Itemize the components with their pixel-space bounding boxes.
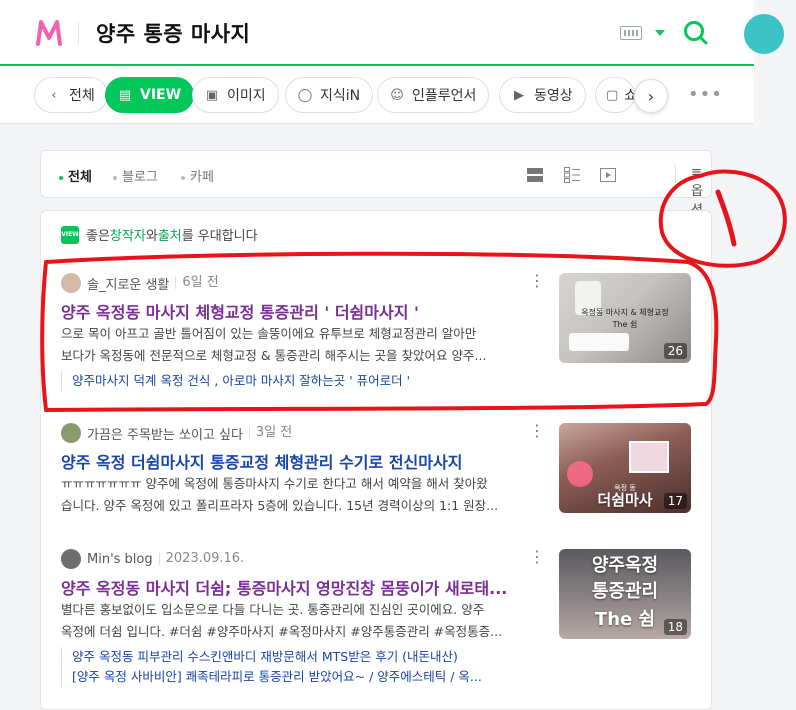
naver-logo-icon[interactable]: [34, 18, 64, 48]
result-thumbnail[interactable]: 옥정동 마사지 & 체형교정 The 쉼 26: [559, 273, 691, 363]
list-item: Min's blog 2023.09.16. ⋮ 양주 옥정동 마사지 더쉼; …: [61, 549, 691, 699]
author-name[interactable]: 솔_지로운 생활: [87, 274, 169, 293]
tab-images[interactable]: ▣ 이미지: [192, 77, 279, 113]
thumbnail-caption: 옥정동 마사지 & 체형교정: [581, 308, 669, 317]
kebab-menu-icon[interactable]: ⋮: [529, 549, 545, 565]
view-badge-icon: VIEW: [61, 225, 79, 244]
result-meta: 가끔은 주목받는 쏘이고 싶다 3일 전: [61, 423, 292, 443]
tab-shopping[interactable]: ▢ 쇼: [595, 77, 635, 113]
logo-divider: [78, 22, 79, 44]
result-title[interactable]: 양주 옥정 더쉼마사지 통증교정 체형관리 수기로 전신마사지: [61, 449, 537, 473]
author-name[interactable]: 가끔은 주목받는 쏘이고 싶다: [87, 424, 243, 443]
tab-influencer[interactable]: ☺ 인플루언서: [377, 77, 490, 113]
thumbnail-caption: The 쉼: [612, 320, 638, 329]
result-description[interactable]: ㅠㅠㅠㅠㅠㅠㅠ 양주에 옥정에 통증마사지 수기로 한다고 해서 예약을 해서 …: [61, 473, 537, 517]
post-date: 3일 전: [248, 426, 292, 439]
result-meta: Min's blog 2023.09.16.: [61, 549, 244, 569]
search-icon[interactable]: [683, 20, 709, 46]
post-date: 6일 전: [175, 276, 219, 289]
keyboard-icon[interactable]: [620, 26, 642, 40]
thumbnail-bed: [569, 333, 629, 351]
filter-blog[interactable]: 블로그: [113, 166, 158, 185]
tab-video[interactable]: ▶ 동영상: [499, 77, 586, 113]
avatar[interactable]: [61, 549, 81, 569]
image-count: 26: [663, 343, 687, 359]
view-notice: VIEW 좋은 창작자 와 출처 를 우대합니다: [61, 225, 258, 244]
result-title[interactable]: 양주 옥정동 마사지 더쉼; 통증마사지 영망진창 몸뚱이가 새로태...: [61, 575, 537, 599]
tab-label: 전체: [69, 88, 95, 104]
profile-avatar[interactable]: [744, 14, 784, 54]
chevron-left-icon: ‹: [51, 87, 57, 103]
video-view-icon[interactable]: [599, 166, 617, 184]
related-post-link[interactable]: 양주마사지 덕계 옥정 건식 , 아로마 마사지 잘하는곳 ' 퓨어로더 ': [61, 371, 537, 391]
related-post-link[interactable]: 양주 옥정동 피부관리 수스킨앤바디 재방문해서 MTS받은 후기 (내돈내산)…: [61, 647, 537, 687]
kebab-menu-icon[interactable]: ⋮: [529, 423, 545, 439]
tab-label: VIEW: [140, 87, 182, 103]
thumbnail-caption: 양주옥정: [591, 555, 659, 576]
author-name[interactable]: Min's blog: [87, 552, 153, 567]
tab-label: 인플루언서: [412, 88, 477, 104]
list-item: 가끔은 주목받는 쏘이고 싶다 3일 전 ⋮ 양주 옥정 더쉼마사지 통증교정 …: [61, 423, 691, 523]
avatar[interactable]: [61, 423, 81, 443]
kebab-menu-icon[interactable]: ⋮: [529, 273, 545, 289]
filter-cafe[interactable]: 카페: [181, 166, 214, 185]
result-thumbnail[interactable]: 옥정 동 더쉼마사 17: [559, 423, 691, 513]
document-icon: ▤: [118, 87, 132, 103]
list-view-icon[interactable]: [526, 166, 544, 184]
post-date: 2023.09.16.: [158, 552, 244, 565]
sliders-icon: ≡: [691, 165, 702, 180]
thumbnail-frame: [629, 441, 669, 473]
result-meta: 솔_지로운 생활 6일 전: [61, 273, 219, 293]
annotation-number-one: [715, 189, 737, 247]
person-icon: ☺: [390, 87, 404, 103]
image-count: 18: [663, 619, 687, 635]
divider: [675, 165, 676, 183]
tab-label: 이미지: [227, 88, 266, 104]
avatar[interactable]: [61, 273, 81, 293]
chevron-right-icon[interactable]: ›: [634, 79, 668, 113]
dropdown-arrow-icon[interactable]: [655, 30, 665, 36]
image-icon: ▣: [205, 87, 219, 103]
result-thumbnail[interactable]: 양주옥정 통증관리 The 쉼 18: [559, 549, 691, 639]
more-icon[interactable]: •••: [688, 84, 723, 105]
play-icon: ▶: [514, 87, 524, 103]
image-count: 17: [663, 493, 687, 509]
thumbnail-view-icon[interactable]: [563, 166, 581, 184]
tab-view[interactable]: ▤ VIEW: [105, 77, 195, 113]
tab-all[interactable]: ‹ 전체: [34, 77, 108, 113]
q-icon: ◯: [297, 87, 313, 103]
result-description[interactable]: 으로 목이 아프고 골반 틀어짐이 있는 솔뚱이에요 유투브로 체형교정관리 알…: [61, 323, 537, 367]
filter-all[interactable]: 전체: [59, 166, 92, 185]
view-results: VIEW 좋은 창작자 와 출처 를 우대합니다 솔_지로운 생활 6일 전 ⋮ 양…: [40, 210, 712, 710]
search-query[interactable]: 양주 통증 마사지: [96, 18, 250, 48]
thumbnail-caption: 통증관리: [591, 581, 659, 602]
search-header: 양주 통증 마사지: [0, 0, 784, 66]
bag-icon: ▢: [606, 87, 619, 103]
filter-bar: 전체 블로그 카페 ≡ 옵션: [40, 150, 712, 218]
result-description[interactable]: 별다른 홍보없이도 입소문으로 다들 다니는 곳. 통증관리에 진심인 곳이에요…: [61, 599, 537, 643]
tab-kin[interactable]: ◯ 지식iN: [285, 77, 374, 113]
tab-label: 지식iN: [320, 88, 361, 104]
tab-label: 동영상: [534, 88, 573, 104]
result-title[interactable]: 양주 옥정동 마사지 체형교정 통증관리 ' 더쉼마사지 ': [61, 299, 537, 323]
list-item: 솔_지로운 생활 6일 전 ⋮ 양주 옥정동 마사지 체형교정 통증관리 ' 더…: [61, 273, 691, 393]
